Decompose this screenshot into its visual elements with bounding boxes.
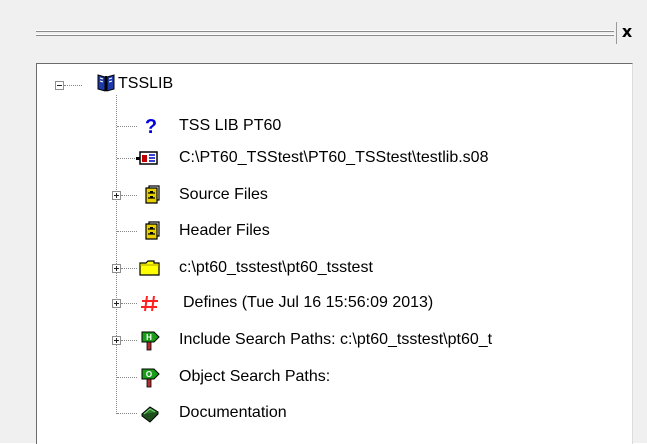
expand-toggle[interactable] (112, 264, 121, 273)
collapse-toggle[interactable] (55, 81, 64, 90)
object-path-sign-icon: O (138, 366, 160, 388)
tree-item-label[interactable]: Include Search Paths: c:\pt60_tsstest\pt… (179, 330, 492, 350)
pane-grip-bar[interactable] (36, 28, 614, 41)
tree-item-label[interactable]: TSS LIB PT60 (179, 116, 281, 136)
project-file-icon (136, 148, 158, 168)
tree-connector (117, 126, 137, 127)
expand-toggle[interactable] (112, 191, 121, 200)
tree-item-label[interactable]: Source Files (179, 185, 268, 205)
svg-text:H: H (146, 333, 152, 342)
tree-item-label[interactable]: c:\pt60_tsstest\pt60_tsstest (179, 258, 373, 278)
tree-connector (121, 303, 137, 304)
tree-root-label[interactable]: TSSLIB (118, 74, 173, 94)
tree-item-label[interactable]: C:\PT60_TSStest\PT60_TSStest\testlib.s08 (179, 148, 488, 168)
tree-connector (117, 377, 137, 378)
book-icon (95, 73, 117, 93)
tree-connector (121, 340, 137, 341)
tree-connector (64, 85, 82, 86)
tree-connector (121, 268, 137, 269)
tree-connector (117, 231, 137, 232)
tree-item-label[interactable]: Object Search Paths: (179, 367, 330, 387)
project-tree[interactable]: TSSLIB ? TSS LIB PT60 C:\PT60_TSStest\PT… (36, 63, 633, 444)
docked-pane: x TSSLIB ? TSS LIB PT60 C:\PT60_TSStest\… (0, 0, 647, 444)
tree-connector (117, 413, 137, 414)
close-icon: x (621, 22, 633, 41)
tree-connector (121, 195, 137, 196)
tree-connector (117, 158, 137, 159)
title-separator (616, 22, 617, 44)
documentation-book-icon (139, 403, 161, 423)
expand-toggle[interactable] (112, 299, 121, 308)
grip-line (36, 31, 614, 32)
file-cabinet-icon (141, 185, 163, 205)
tree-connector (116, 95, 117, 414)
file-cabinet-icon (141, 221, 163, 241)
tree-item-label[interactable]: Defines (Tue Jul 16 15:56:09 2013) (183, 293, 433, 313)
svg-text:O: O (146, 370, 152, 379)
close-pane-button[interactable]: x (619, 23, 635, 41)
include-path-sign-icon: H (138, 329, 160, 351)
folder-icon (138, 258, 160, 278)
hash-icon (139, 293, 161, 313)
question-mark-icon: ? (140, 116, 162, 138)
tree-item-label[interactable]: Header Files (179, 221, 270, 241)
expand-toggle[interactable] (112, 336, 121, 345)
grip-line (36, 35, 614, 36)
tree-item-label[interactable]: Documentation (179, 403, 287, 423)
svg-text:?: ? (145, 116, 157, 136)
